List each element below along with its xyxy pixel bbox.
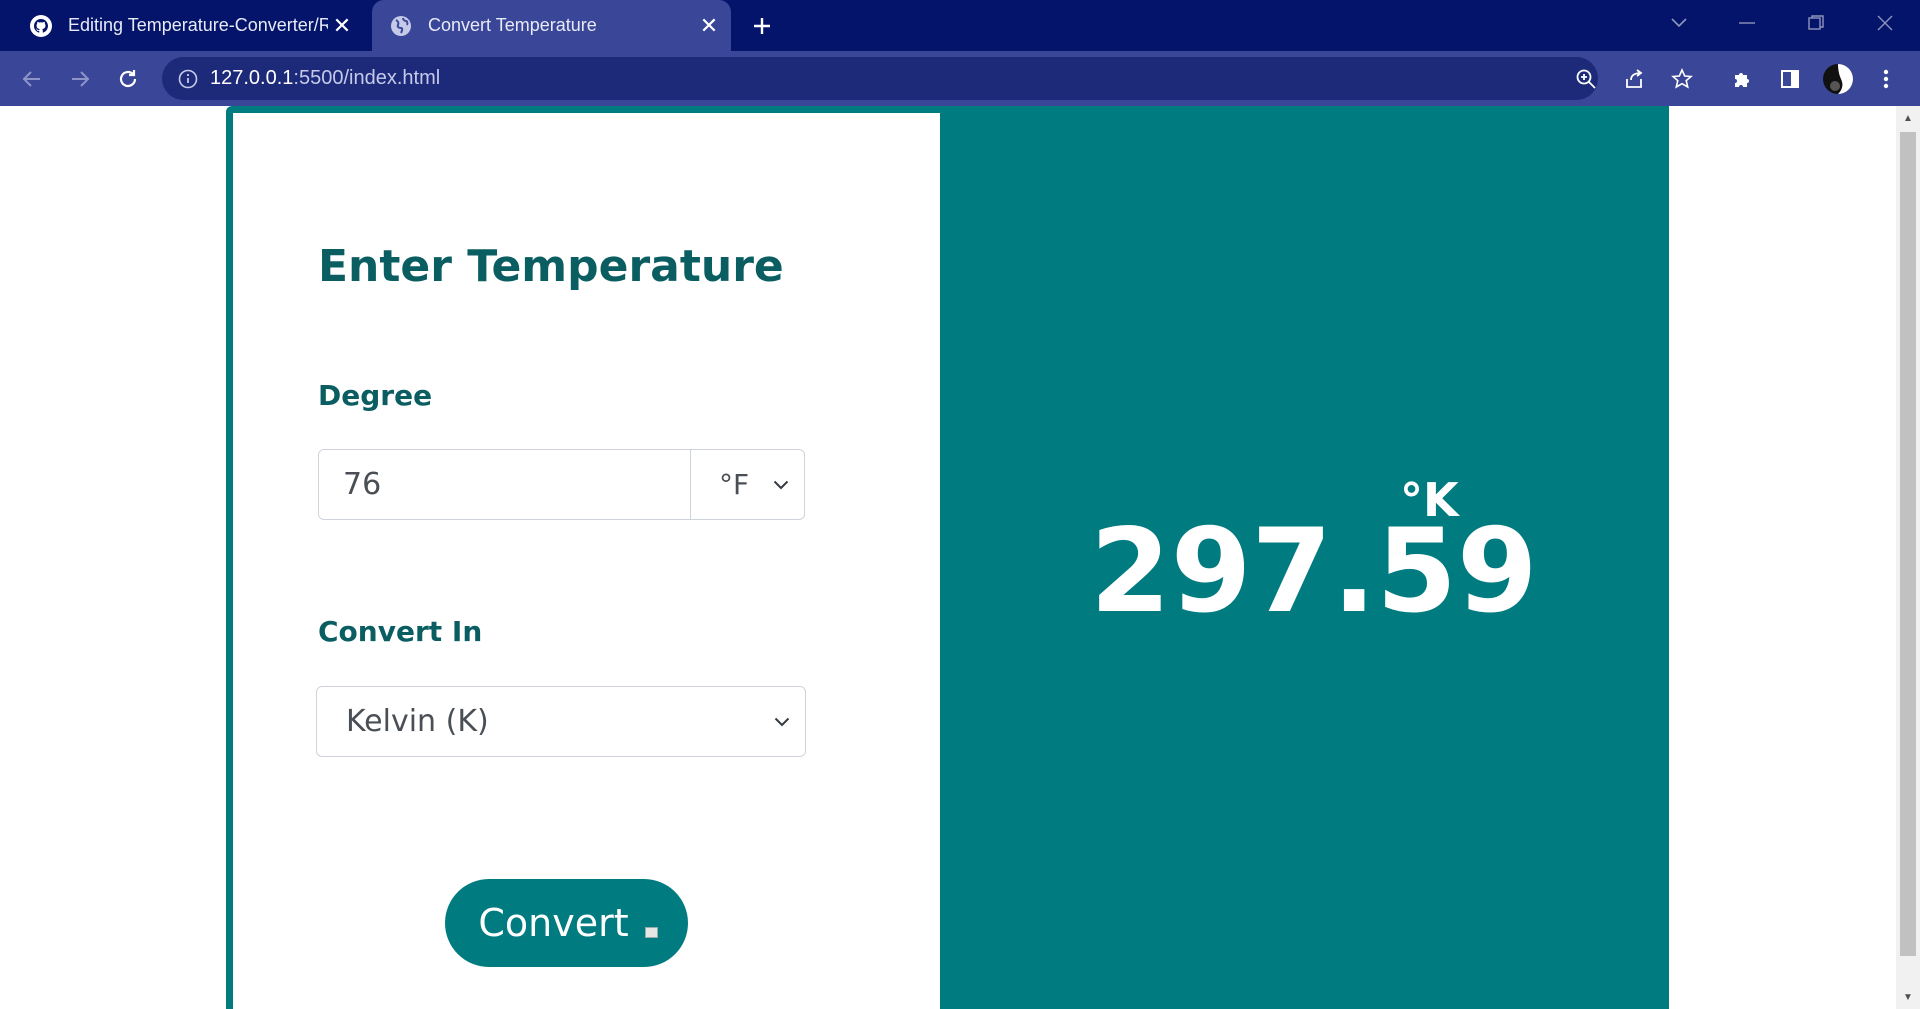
address-bar[interactable]: 127.0.0.1:5500/index.html — [162, 57, 1693, 100]
github-icon — [28, 13, 54, 39]
converter-card: Enter Temperature Degree °F Convert In K… — [226, 106, 1669, 1009]
globe-icon — [388, 13, 414, 39]
tab-convert-temperature[interactable]: Convert Temperature ✕ — [372, 0, 731, 51]
browser-toolbar: 127.0.0.1:5500/index.html — [0, 51, 1920, 106]
result-panel: 297.59 °K — [940, 106, 1669, 1009]
reload-icon[interactable] — [112, 63, 144, 95]
scrollbar-thumb[interactable] — [1900, 132, 1916, 956]
close-tab-icon[interactable]: ✕ — [328, 12, 356, 40]
zoom-icon[interactable] — [1570, 57, 1602, 100]
cursor-icon — [645, 927, 658, 938]
convert-button-label: Convert — [478, 901, 629, 945]
result-value: 297.59 — [1090, 504, 1538, 639]
scroll-down-arrow-icon[interactable]: ▼ — [1902, 991, 1914, 1003]
kebab-menu-icon[interactable] — [1870, 63, 1902, 95]
bookmark-star-icon[interactable] — [1666, 57, 1698, 100]
result-unit: °K — [1400, 473, 1459, 527]
convert-in-label: Convert In — [318, 615, 483, 648]
input-panel: Enter Temperature Degree °F Convert In K… — [233, 113, 940, 1009]
back-arrow-icon[interactable] — [16, 63, 48, 95]
url-path: :5500/index.html — [293, 67, 441, 89]
site-info-icon[interactable] — [178, 69, 198, 89]
chevron-down-icon — [772, 476, 790, 494]
tab-search-chevron-icon[interactable] — [1664, 8, 1694, 38]
tab-strip: Editing Temperature-Converter/R ✕ Conver… — [0, 0, 1920, 51]
convert-in-select[interactable]: Kelvin (K) — [316, 686, 806, 757]
chevron-down-icon — [773, 713, 791, 731]
scroll-up-arrow-icon[interactable]: ▲ — [1902, 112, 1914, 124]
restore-icon[interactable] — [1801, 8, 1831, 38]
unit-select[interactable]: °F — [690, 450, 804, 519]
tab-title: Editing Temperature-Converter/R — [68, 15, 328, 35]
minimize-icon[interactable] — [1732, 8, 1762, 38]
forward-arrow-icon[interactable] — [64, 63, 96, 95]
close-window-icon[interactable] — [1870, 8, 1900, 38]
side-panel-icon[interactable] — [1774, 63, 1806, 95]
new-tab-plus-icon[interactable] — [747, 11, 777, 41]
page-viewport: Enter Temperature Degree °F Convert In K… — [0, 106, 1920, 1009]
degree-input[interactable] — [319, 450, 690, 519]
convert-in-select-value: Kelvin (K) — [346, 704, 489, 739]
vertical-scrollbar[interactable]: ▲ ▼ — [1896, 106, 1920, 1009]
page-title: Enter Temperature — [318, 241, 784, 292]
unit-select-value: °F — [719, 468, 750, 501]
tab-editing-temperature-converter[interactable]: Editing Temperature-Converter/R ✕ — [12, 0, 364, 51]
degree-label: Degree — [318, 379, 433, 412]
url-host: 127.0.0.1 — [210, 67, 294, 89]
tab-title: Convert Temperature — [428, 15, 597, 35]
close-tab-icon[interactable]: ✕ — [695, 12, 723, 40]
profile-avatar[interactable] — [1822, 63, 1854, 95]
convert-button[interactable]: Convert — [445, 879, 688, 967]
url-text: 127.0.0.1:5500/index.html — [210, 67, 440, 90]
share-icon[interactable] — [1618, 57, 1650, 100]
extensions-puzzle-icon[interactable] — [1726, 63, 1758, 95]
degree-input-group: °F — [318, 449, 805, 520]
